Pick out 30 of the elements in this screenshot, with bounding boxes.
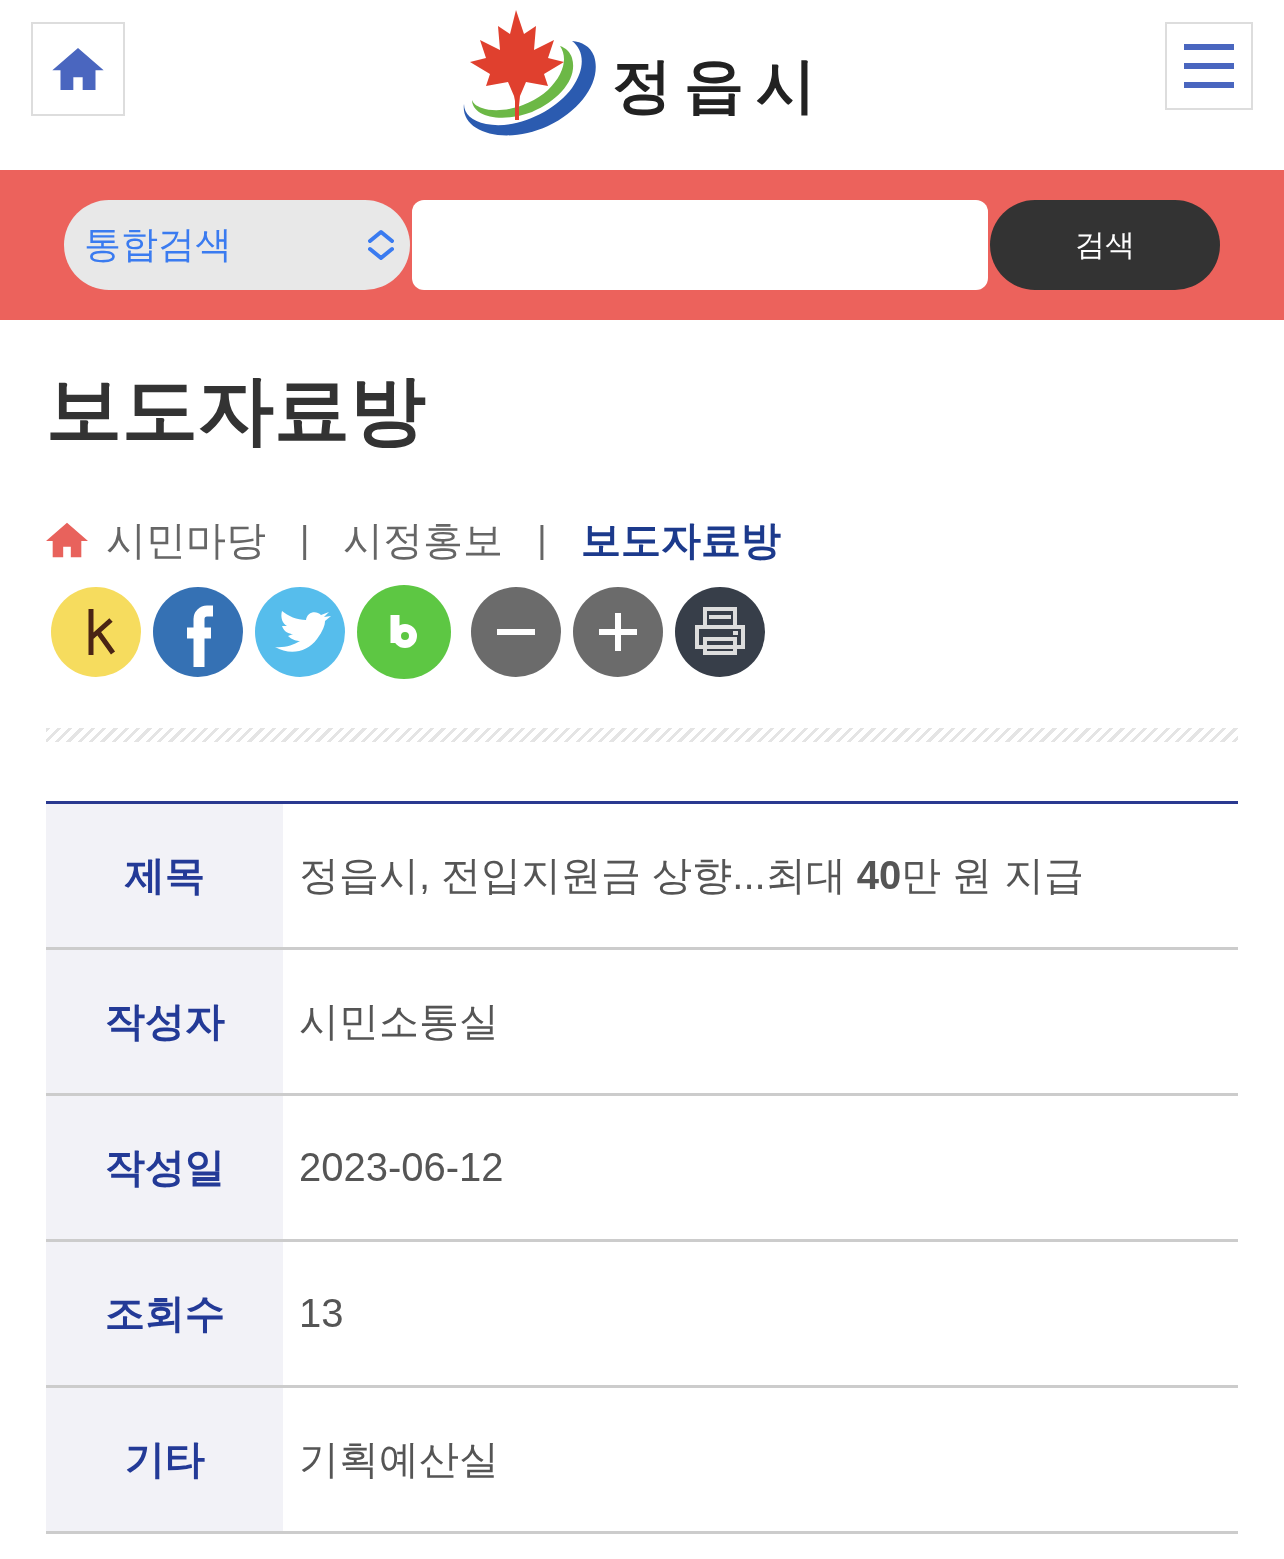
minus-icon[interactable] bbox=[471, 587, 561, 677]
breadcrumb-separator: | bbox=[300, 519, 310, 561]
home-icon[interactable] bbox=[46, 522, 88, 558]
up-down-chevron-icon bbox=[368, 229, 394, 261]
field-value: 시민소통실 bbox=[299, 998, 499, 1045]
field-label-cell: 작성자 bbox=[46, 950, 283, 1093]
breadcrumb-separator: | bbox=[537, 519, 547, 561]
field-label-cell: 조회수 bbox=[46, 1242, 283, 1385]
search-input[interactable] bbox=[412, 200, 988, 290]
breadcrumb-link[interactable]: 보도자료방 bbox=[580, 512, 781, 568]
field-value: 2023-06-12 bbox=[299, 1145, 504, 1190]
site-name[interactable]: 정읍시 bbox=[612, 56, 828, 116]
field-label-cell: 기타 bbox=[46, 1388, 283, 1531]
field-value: 기획예산실 bbox=[299, 1436, 499, 1483]
breadcrumb-link[interactable]: 시정홍보 bbox=[343, 512, 504, 568]
plus-icon[interactable] bbox=[573, 587, 663, 677]
home-icon bbox=[52, 48, 104, 90]
k-letter-icon[interactable] bbox=[51, 587, 141, 677]
search-button[interactable]: 검색 bbox=[990, 200, 1220, 290]
breadcrumb-link[interactable]: 시민마당 bbox=[106, 512, 266, 568]
field-value: 정읍시, 전입지원금 상향...최대 40만 원 지급 bbox=[299, 852, 1084, 899]
f-letter-icon[interactable] bbox=[153, 587, 243, 677]
menu-button[interactable] bbox=[1165, 22, 1253, 110]
menu-icon bbox=[1184, 44, 1234, 88]
page-title: 보도자료방 bbox=[46, 366, 426, 454]
home-button[interactable] bbox=[31, 22, 125, 116]
printer-icon[interactable] bbox=[675, 587, 765, 677]
field-label-cell: 제목 bbox=[46, 804, 283, 947]
field-value: 13 bbox=[299, 1291, 344, 1336]
field-label-cell: 작성일 bbox=[46, 1096, 283, 1239]
